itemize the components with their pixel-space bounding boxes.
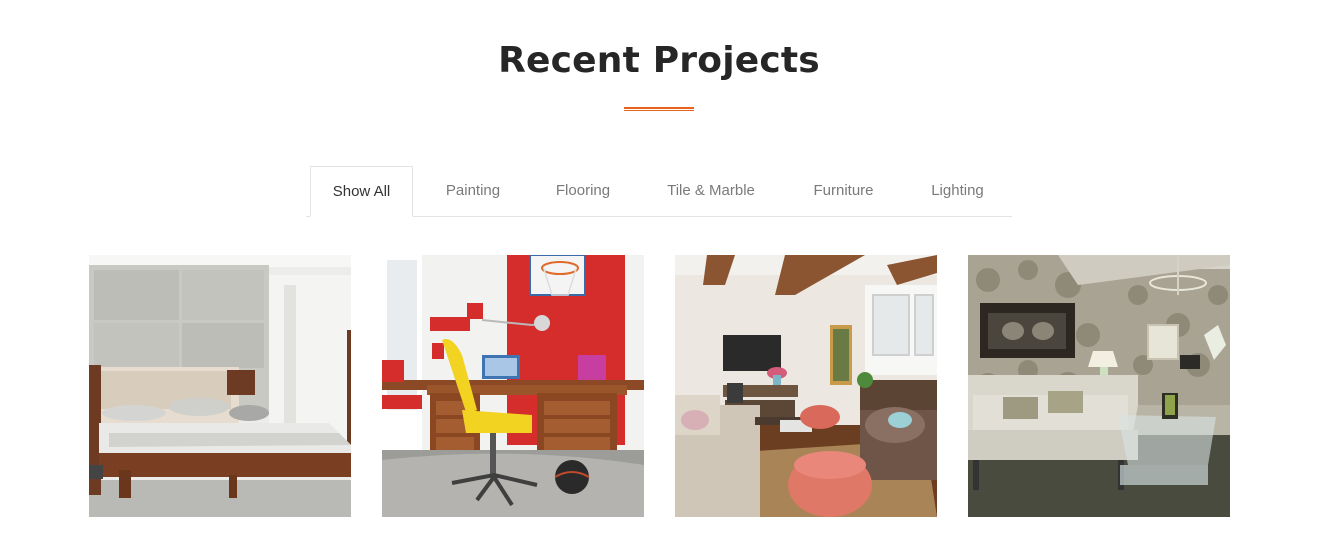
lounge-photo [968,255,1230,517]
bedroom-photo [89,255,351,517]
title-underline [624,107,694,111]
project-card-living-room[interactable] [675,255,937,517]
tab-tile-marble[interactable]: Tile & Marble [652,166,770,217]
tab-furniture[interactable]: Furniture [797,166,890,217]
living-room-photo [675,255,937,517]
section-title: Recent Projects [498,40,820,81]
home-office-photo [382,255,644,517]
tab-show-all[interactable]: Show All [310,166,413,217]
tab-flooring[interactable]: Flooring [538,166,628,217]
project-card-home-office[interactable] [382,255,644,517]
tab-painting[interactable]: Painting [427,166,519,217]
project-card-lounge[interactable] [968,255,1230,517]
project-card-bedroom[interactable] [89,255,351,517]
tab-lighting[interactable]: Lighting [915,166,1000,217]
filter-tabs: Show All Painting Flooring Tile & Marble… [306,166,1012,217]
